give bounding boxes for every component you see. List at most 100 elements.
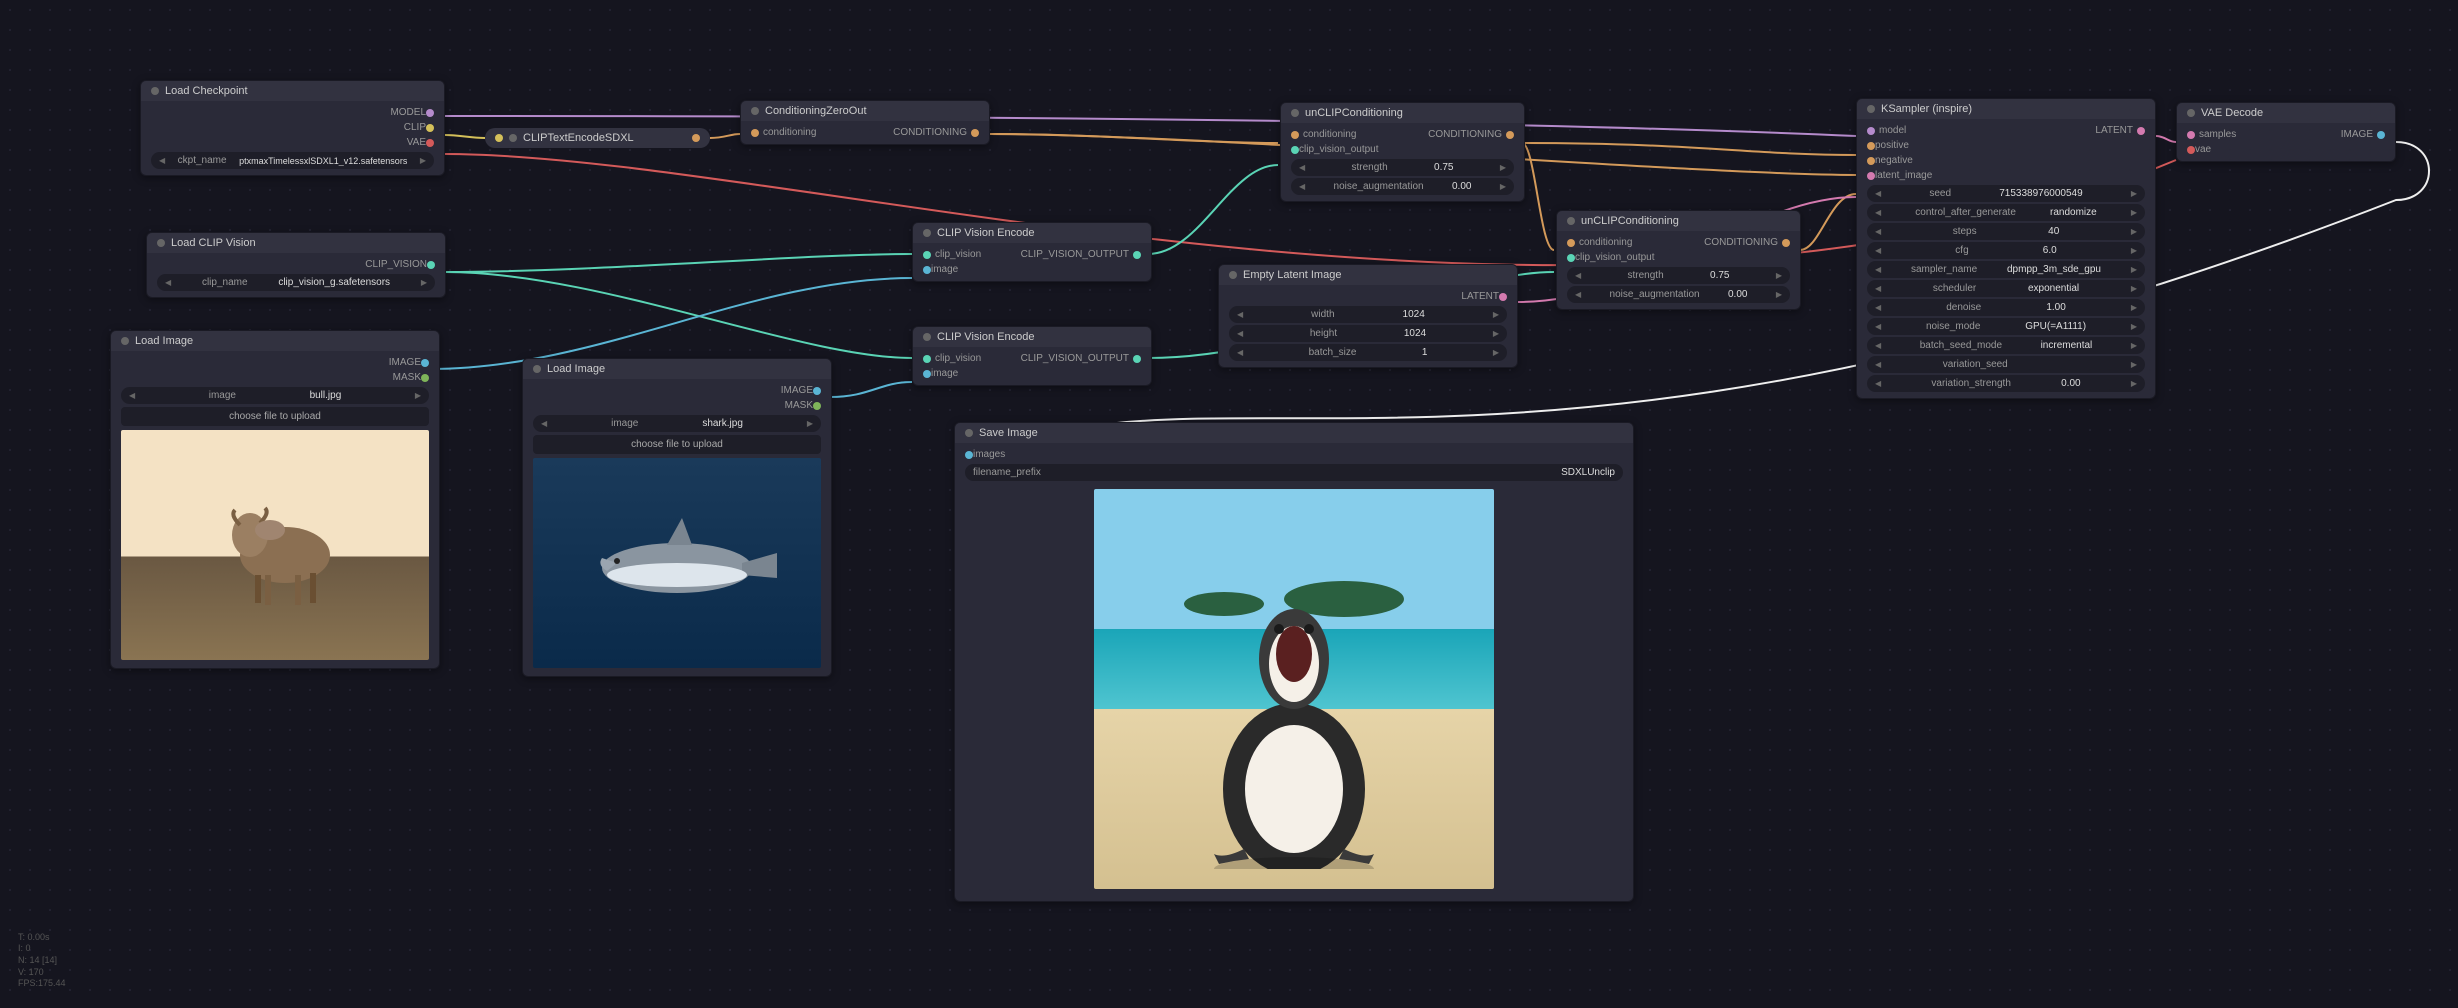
- collapse-icon[interactable]: [751, 107, 759, 115]
- node-load-checkpoint[interactable]: Load Checkpoint MODEL CLIP VAE ◀ ckpt_na…: [140, 80, 445, 176]
- node-load-clip-vision[interactable]: Load CLIP Vision CLIP_VISION ◀ clip_name…: [146, 232, 446, 298]
- port-conditioning[interactable]: conditioning CONDITIONING: [747, 125, 983, 140]
- arrow-left-icon[interactable]: ◀: [159, 156, 165, 165]
- output-image[interactable]: IMAGE: [117, 355, 433, 370]
- collapse-icon[interactable]: [923, 333, 931, 341]
- node-vae-decode[interactable]: VAE Decode samples IMAGE vae: [2176, 102, 2396, 162]
- node-unclip-2[interactable]: unCLIPConditioning conditioning CONDITIO…: [1556, 210, 1801, 310]
- port-clip-vision-output[interactable]: clip_vision_output: [1287, 142, 1518, 157]
- node-clip-vision-encode-1[interactable]: CLIP Vision Encode clip_vision CLIP_VISI…: [912, 222, 1152, 282]
- arrow-left-icon[interactable]: ◀: [165, 278, 171, 287]
- collapse-icon[interactable]: [1867, 105, 1875, 113]
- collapse-icon[interactable]: [1291, 109, 1299, 117]
- collapse-icon[interactable]: [157, 239, 165, 247]
- port-vae[interactable]: vae: [2183, 142, 2389, 157]
- output-mask[interactable]: MASK: [529, 398, 825, 413]
- sampler-widget[interactable]: ◀sampler_namedpmpp_3m_sde_gpu▶: [1867, 261, 2145, 278]
- collapse-icon[interactable]: [533, 365, 541, 373]
- output-clip[interactable]: CLIP: [147, 120, 438, 135]
- node-load-image-shark[interactable]: Load Image IMAGE MASK ◀ image shark.jpg …: [522, 358, 832, 677]
- output-image-preview: [1094, 489, 1494, 889]
- port-samples[interactable]: samples IMAGE: [2183, 127, 2389, 142]
- node-header[interactable]: unCLIPConditioning: [1557, 211, 1800, 231]
- node-save-image[interactable]: Save Image images filename_prefix SDXLUn…: [954, 422, 1634, 902]
- var-seed-widget[interactable]: ◀variation_seed▶: [1867, 356, 2145, 373]
- upload-button[interactable]: choose file to upload: [121, 407, 429, 426]
- port-latent[interactable]: latent_image: [1863, 168, 2149, 183]
- port-clip-vision[interactable]: clip_vision CLIP_VISION_OUTPUT: [919, 351, 1145, 366]
- node-cliptext-encode[interactable]: CLIPTextEncodeSDXL: [485, 128, 710, 148]
- node-header[interactable]: Load CLIP Vision: [147, 233, 445, 253]
- node-header[interactable]: Save Image: [955, 423, 1633, 443]
- node-conditioning-zero[interactable]: ConditioningZeroOut conditioning CONDITI…: [740, 100, 990, 145]
- width-widget[interactable]: ◀width1024▶: [1229, 306, 1507, 323]
- scheduler-widget[interactable]: ◀schedulerexponential▶: [1867, 280, 2145, 297]
- node-ksampler[interactable]: KSampler (inspire) model LATENT positive…: [1856, 98, 2156, 399]
- var-strength-widget[interactable]: ◀variation_strength0.00▶: [1867, 375, 2145, 392]
- noise-mode-widget[interactable]: ◀noise_modeGPU(=A1111)▶: [1867, 318, 2145, 335]
- output-image[interactable]: IMAGE: [529, 383, 825, 398]
- steps-widget[interactable]: ◀steps40▶: [1867, 223, 2145, 240]
- output-mask[interactable]: MASK: [117, 370, 433, 385]
- arrow-right-icon[interactable]: ▶: [421, 278, 427, 287]
- ckpt-name-widget[interactable]: ◀ ckpt_name ptxmaxTimelessxlSDXL1_v12.sa…: [151, 152, 434, 169]
- port-conditioning[interactable]: conditioning CONDITIONING: [1287, 127, 1518, 142]
- noise-widget[interactable]: ◀noise_augmentation0.00▶: [1291, 178, 1514, 195]
- image-widget[interactable]: ◀ image bull.jpg ▶: [121, 387, 429, 404]
- output-vae[interactable]: VAE: [147, 135, 438, 150]
- port-positive[interactable]: positive: [1863, 138, 2149, 153]
- prefix-widget[interactable]: filename_prefix SDXLUnclip: [965, 464, 1623, 481]
- node-canvas[interactable]: Load Checkpoint MODEL CLIP VAE ◀ ckpt_na…: [0, 0, 2458, 1008]
- strength-widget[interactable]: ◀strength0.75▶: [1291, 159, 1514, 176]
- collapse-icon[interactable]: [965, 429, 973, 437]
- upload-button[interactable]: choose file to upload: [533, 435, 821, 454]
- denoise-widget[interactable]: ◀denoise1.00▶: [1867, 299, 2145, 316]
- port-negative[interactable]: negative: [1863, 153, 2149, 168]
- port-model[interactable]: model LATENT: [1863, 123, 2149, 138]
- node-clip-vision-encode-2[interactable]: CLIP Vision Encode clip_vision CLIP_VISI…: [912, 326, 1152, 386]
- arrow-right-icon[interactable]: ▶: [420, 156, 426, 165]
- batch-seed-widget[interactable]: ◀batch_seed_modeincremental▶: [1867, 337, 2145, 354]
- strength-widget[interactable]: ◀strength0.75▶: [1567, 267, 1790, 284]
- noise-widget[interactable]: ◀noise_augmentation0.00▶: [1567, 286, 1790, 303]
- node-header[interactable]: CLIP Vision Encode: [913, 223, 1151, 243]
- collapse-icon[interactable]: [1567, 217, 1575, 225]
- clip-name-widget[interactable]: ◀ clip_name clip_vision_g.safetensors ▶: [157, 274, 435, 291]
- node-header[interactable]: Load Image: [523, 359, 831, 379]
- node-title: Save Image: [979, 427, 1038, 439]
- port-image[interactable]: image: [919, 366, 1145, 381]
- height-widget[interactable]: ◀height1024▶: [1229, 325, 1507, 342]
- node-header[interactable]: Load Checkpoint: [141, 81, 444, 101]
- image-widget[interactable]: ◀ image shark.jpg ▶: [533, 415, 821, 432]
- node-header[interactable]: Load Image: [111, 331, 439, 351]
- collapse-icon[interactable]: [2187, 109, 2195, 117]
- output-latent[interactable]: LATENT: [1225, 289, 1511, 304]
- port-conditioning[interactable]: conditioning CONDITIONING: [1563, 235, 1794, 250]
- node-empty-latent[interactable]: Empty Latent Image LATENT ◀width1024▶ ◀h…: [1218, 264, 1518, 368]
- node-header[interactable]: KSampler (inspire): [1857, 99, 2155, 119]
- node-header[interactable]: ConditioningZeroOut: [741, 101, 989, 121]
- port-clip-vision-output[interactable]: clip_vision_output: [1563, 250, 1794, 265]
- collapse-icon[interactable]: [509, 134, 517, 142]
- collapse-icon[interactable]: [151, 87, 159, 95]
- node-header[interactable]: CLIP Vision Encode: [913, 327, 1151, 347]
- batch-widget[interactable]: ◀batch_size1▶: [1229, 344, 1507, 361]
- output-port[interactable]: [692, 134, 700, 142]
- node-unclip-1[interactable]: unCLIPConditioning conditioning CONDITIO…: [1280, 102, 1525, 202]
- control-widget[interactable]: ◀control_after_generaterandomize▶: [1867, 204, 2145, 221]
- collapse-icon[interactable]: [923, 229, 931, 237]
- node-load-image-bull[interactable]: Load Image IMAGE MASK ◀ image bull.jpg ▶…: [110, 330, 440, 669]
- output-model[interactable]: MODEL: [147, 105, 438, 120]
- input-port[interactable]: [495, 134, 503, 142]
- node-header[interactable]: VAE Decode: [2177, 103, 2395, 123]
- node-header[interactable]: Empty Latent Image: [1219, 265, 1517, 285]
- port-images[interactable]: images: [961, 447, 1627, 462]
- seed-widget[interactable]: ◀seed715338976000549▶: [1867, 185, 2145, 202]
- collapse-icon[interactable]: [1229, 271, 1237, 279]
- node-header[interactable]: unCLIPConditioning: [1281, 103, 1524, 123]
- cfg-widget[interactable]: ◀cfg6.0▶: [1867, 242, 2145, 259]
- collapse-icon[interactable]: [121, 337, 129, 345]
- port-clip-vision[interactable]: clip_vision CLIP_VISION_OUTPUT: [919, 247, 1145, 262]
- output-clip-vision[interactable]: CLIP_VISION: [153, 257, 439, 272]
- port-image[interactable]: image: [919, 262, 1145, 277]
